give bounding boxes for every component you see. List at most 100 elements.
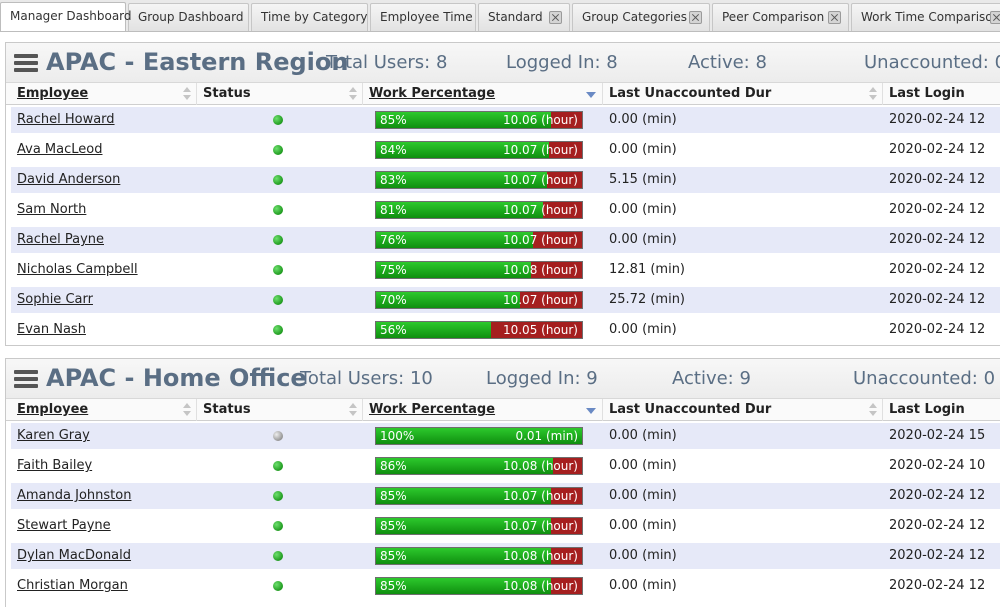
status-cell	[197, 513, 363, 539]
column-header-row: Employee Status Work Percentage Last Una…	[6, 83, 1000, 105]
work-time-value: 10.07 (hour)	[502, 293, 578, 307]
close-icon[interactable]	[689, 11, 702, 24]
employee-rows: Karen Gray 100% 0.01 (min) 0.00 (min) 2020-0…	[6, 421, 1000, 601]
employee-name-link[interactable]: Rachel Payne	[11, 227, 197, 253]
employee-name-link[interactable]: Christian Morgan	[11, 573, 197, 599]
employee-name-link[interactable]: Sam North	[11, 197, 197, 223]
employee-name-link[interactable]: David Anderson	[11, 167, 197, 193]
column-header-last-unaccounted[interactable]: Last Unaccounted Dur	[603, 83, 883, 105]
last-login-cell: 2020-02-24 12	[883, 513, 1000, 539]
work-percentage-cell: 81% 10.07 (hour)	[363, 197, 603, 223]
employee-name-link[interactable]: Ava MacLeod	[11, 137, 197, 163]
column-header-status[interactable]: Status	[197, 399, 363, 421]
work-percentage-bar: 83% 10.07 (hour)	[375, 171, 583, 189]
work-percentage-cell: 85% 10.06 (hour)	[363, 107, 603, 133]
work-percentage-label: 75%	[380, 263, 407, 277]
sort-desc-icon	[586, 92, 596, 98]
table-row: Evan Nash 56% 10.05 (hour) 0.00 (min) 2020-0…	[6, 315, 1000, 345]
column-header-last-login[interactable]: Last Login	[883, 399, 1000, 421]
work-time-value: 10.07 (hour)	[502, 173, 578, 187]
table-row: Karen Gray 100% 0.01 (min) 0.00 (min) 2020-0…	[6, 421, 1000, 451]
employee-name-link[interactable]: Dylan MacDonald	[11, 543, 197, 569]
tab-peer-comparison[interactable]: Peer Comparison	[712, 3, 849, 31]
total-users: Total Users: 8	[326, 52, 448, 73]
column-header-status[interactable]: Status	[197, 83, 363, 105]
sort-icon	[183, 403, 191, 417]
table-row: David Anderson 83% 10.07 (hour) 5.15 (min) 2…	[6, 165, 1000, 195]
tab-time-by-category[interactable]: Time by Category	[251, 3, 368, 31]
last-login-cell: 2020-02-24 12	[883, 137, 1000, 163]
table-row: Stewart Payne 85% 10.07 (hour) 0.00 (min) 20…	[6, 511, 1000, 541]
work-time-value: 10.07 (hour)	[502, 233, 578, 247]
last-unaccounted-cell: 0.00 (min)	[603, 453, 883, 479]
tab-standard[interactable]: Standard	[478, 3, 570, 31]
column-header-last-unaccounted[interactable]: Last Unaccounted Dur	[603, 399, 883, 421]
tab-group-categories[interactable]: Group Categories	[572, 3, 710, 31]
status-dot-icon	[273, 265, 283, 275]
work-percentage-label: 76%	[380, 233, 407, 247]
last-login-cell: 2020-02-24 15	[883, 423, 1000, 449]
total-users: Total Users: 10	[300, 368, 433, 389]
tab-label: Group Categories	[582, 10, 688, 24]
status-dot-icon	[273, 145, 283, 155]
menu-icon[interactable]	[14, 54, 38, 72]
work-percentage-label: 85%	[380, 113, 407, 127]
close-icon[interactable]	[828, 11, 841, 24]
close-icon[interactable]	[990, 11, 1000, 24]
employee-name-link[interactable]: Evan Nash	[11, 317, 197, 343]
employee-name-link[interactable]: Sophie Carr	[11, 287, 197, 313]
status-cell	[197, 197, 363, 223]
sort-icon	[869, 403, 877, 417]
column-header-last-login[interactable]: Last Login	[883, 83, 1000, 105]
tab-manager-dashboard[interactable]: Manager Dashboard	[0, 2, 132, 31]
tab-label: Group Dashboard	[138, 10, 244, 24]
tab-group-dashboard[interactable]: Group Dashboard	[128, 3, 249, 31]
last-login-cell: 2020-02-24 12	[883, 227, 1000, 253]
status-cell	[197, 287, 363, 313]
work-time-value: 10.07 (hour)	[502, 519, 578, 533]
employee-name-link[interactable]: Stewart Payne	[11, 513, 197, 539]
last-unaccounted-cell: 0.00 (min)	[603, 197, 883, 223]
employee-name-link[interactable]: Amanda Johnston	[11, 483, 197, 509]
table-row: Christian Morgan 85% 10.08 (hour) 0.00 (min…	[6, 571, 1000, 601]
group-panel-eastern-region: APAC - Eastern Region Total Users: 8 Log…	[5, 42, 1000, 346]
active-count: Active: 8	[688, 52, 767, 73]
work-percentage-cell: 85% 10.08 (hour)	[363, 543, 603, 569]
status-cell	[197, 573, 363, 599]
work-time-value: 10.08 (hour)	[502, 459, 578, 473]
active-count: Active: 9	[672, 368, 751, 389]
tab-employee-time[interactable]: Employee Time	[370, 3, 476, 31]
table-row: Ava MacLeod 84% 10.07 (hour) 0.00 (min) 2020…	[6, 135, 1000, 165]
work-time-value: 10.08 (hour)	[502, 263, 578, 277]
close-icon[interactable]	[549, 11, 562, 24]
employee-name-link[interactable]: Faith Bailey	[11, 453, 197, 479]
work-percentage-cell: 76% 10.07 (hour)	[363, 227, 603, 253]
group-title: APAC - Home Office	[46, 364, 307, 392]
column-header-work-percentage[interactable]: Work Percentage	[363, 83, 603, 105]
last-login-cell: 2020-02-24 12	[883, 257, 1000, 283]
employee-name-link[interactable]: Rachel Howard	[11, 107, 197, 133]
work-percentage-cell: 83% 10.07 (hour)	[363, 167, 603, 193]
tab-bar: Manager Dashboard Group Dashboard Time b…	[0, 0, 1000, 32]
tab-label: Manager Dashboard	[10, 9, 132, 23]
status-dot-icon	[273, 205, 283, 215]
employee-name-link[interactable]: Nicholas Campbell	[11, 257, 197, 283]
unaccounted-count: Unaccounted: 0	[864, 52, 1000, 73]
work-percentage-bar: 75% 10.08 (hour)	[375, 261, 583, 279]
column-header-work-percentage[interactable]: Work Percentage	[363, 399, 603, 421]
menu-icon[interactable]	[14, 370, 38, 388]
column-header-employee[interactable]: Employee	[11, 83, 197, 105]
status-cell	[197, 167, 363, 193]
table-row: Faith Bailey 86% 10.08 (hour) 0.00 (min) 202…	[6, 451, 1000, 481]
work-percentage-label: 85%	[380, 579, 407, 593]
last-login-cell: 2020-02-24 12	[883, 107, 1000, 133]
tab-work-time-comparison[interactable]: Work Time Comparison	[851, 3, 1000, 31]
employee-name-link[interactable]: Karen Gray	[11, 423, 197, 449]
last-unaccounted-cell: 0.00 (min)	[603, 483, 883, 509]
sort-icon	[349, 87, 357, 101]
work-percentage-cell: 56% 10.05 (hour)	[363, 317, 603, 343]
table-row: Dylan MacDonald 85% 10.08 (hour) 0.00 (min)…	[6, 541, 1000, 571]
group-title: APAC - Eastern Region	[46, 48, 349, 76]
column-header-employee[interactable]: Employee	[11, 399, 197, 421]
last-unaccounted-cell: 0.00 (min)	[603, 227, 883, 253]
